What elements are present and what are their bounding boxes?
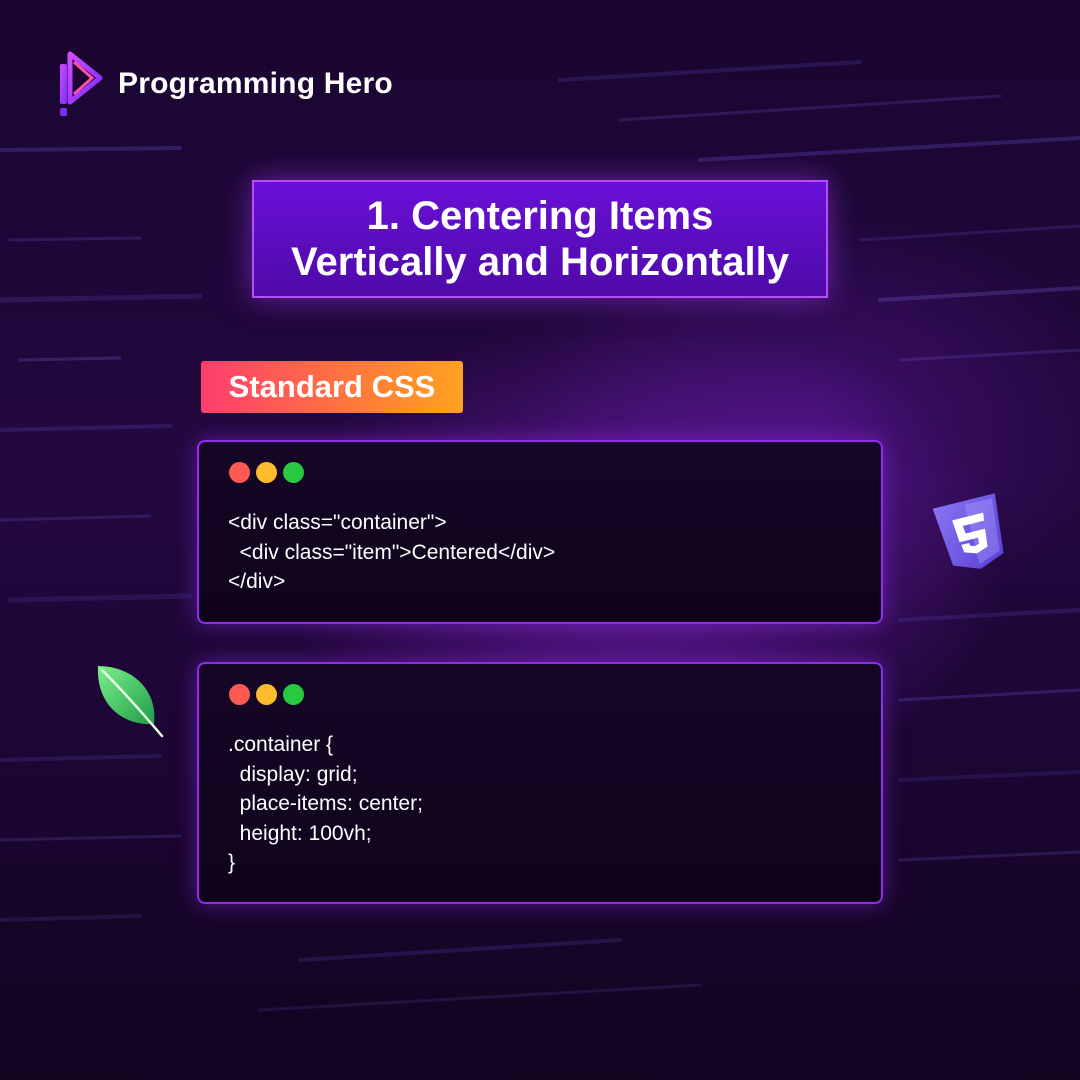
title-box: 1. Centering Items Vertically and Horizo… [252, 180, 828, 298]
title-line-1: 1. Centering Items [366, 194, 714, 238]
code-line: <div class="container"> [228, 511, 447, 534]
minimize-dot-icon [256, 684, 277, 705]
code-line: .container { [228, 733, 334, 756]
window-controls [229, 462, 304, 483]
html-code-window: <div class="container"> <div class="item… [197, 440, 883, 624]
code-line: <div class="item">Centered</div> [228, 540, 556, 564]
css-shield-icon [932, 493, 1004, 569]
page-title: 1. Centering Items Vertically and Horizo… [291, 193, 789, 285]
code-line: place-items: center; [228, 792, 423, 815]
leaf-icon [97, 666, 164, 738]
brand: Programming Hero [58, 50, 393, 118]
badge-label: Standard CSS [228, 369, 436, 404]
close-dot-icon [229, 462, 250, 483]
window-controls [229, 684, 304, 705]
play-logo-icon [60, 51, 103, 116]
code-line: </div> [228, 570, 286, 593]
code-line: display: grid; [228, 762, 358, 786]
html-code-block: <div class="container"> <div class="item… [228, 508, 555, 597]
close-dot-icon [229, 684, 250, 705]
brand-name: Programming Hero [118, 67, 393, 100]
minimize-dot-icon [256, 462, 277, 483]
code-line: height: 100vh; [228, 821, 372, 845]
maximize-dot-icon [283, 684, 304, 705]
title-line-2: Vertically and Horizontally [291, 240, 789, 284]
code-line: } [228, 851, 236, 874]
css-code-window: .container { display: grid; place-items:… [197, 662, 883, 904]
standard-css-badge: Standard CSS [201, 361, 463, 413]
maximize-dot-icon [283, 462, 304, 483]
css-code-block: .container { display: grid; place-items:… [228, 730, 423, 878]
